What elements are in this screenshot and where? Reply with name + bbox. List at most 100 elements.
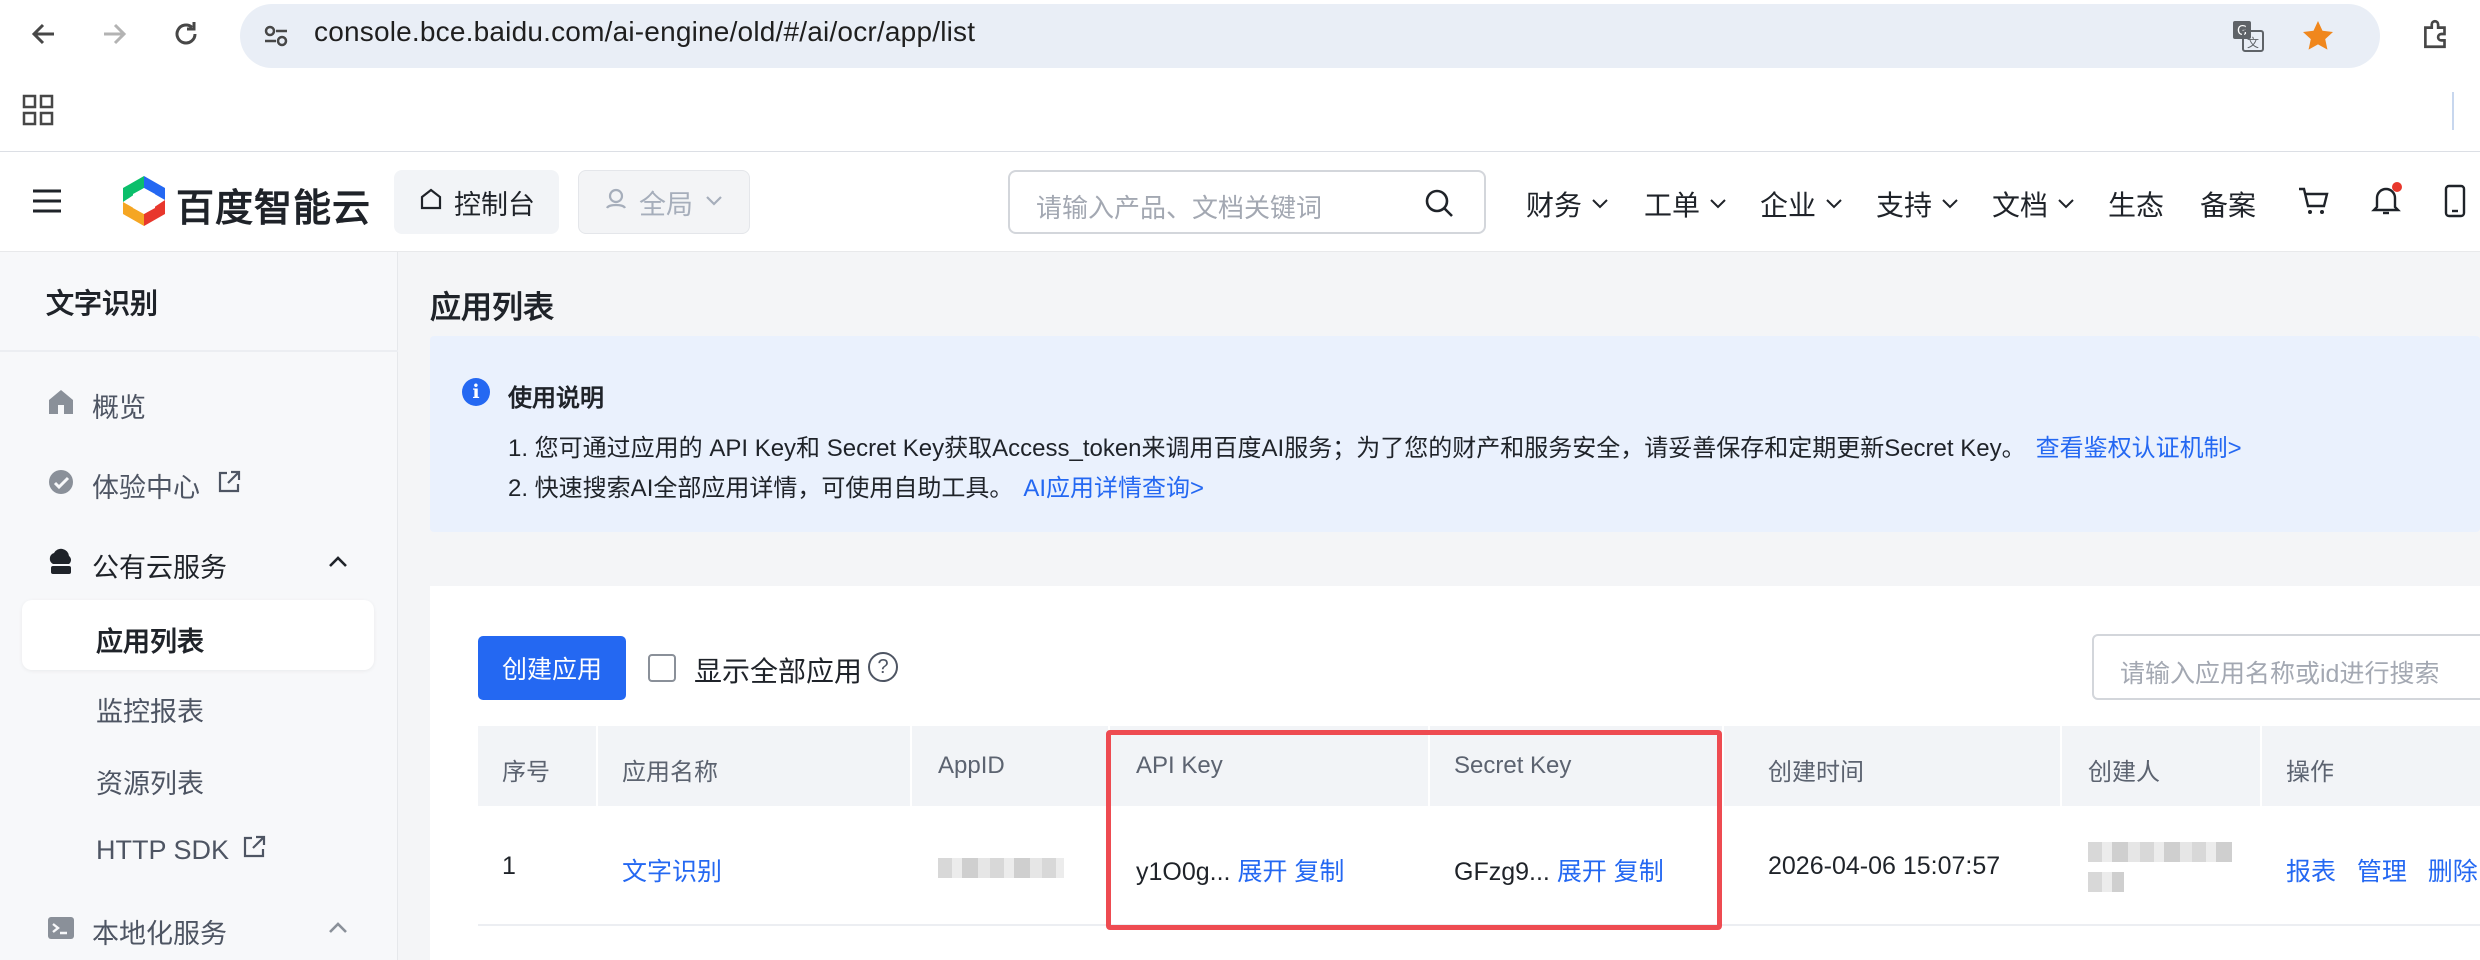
report-link[interactable]: 报表 [2286,858,2336,886]
chevron-up-icon[interactable] [326,916,350,945]
col-separator [2260,726,2262,806]
sidebar-item-resources[interactable]: 资源列表 [96,762,204,801]
nav-ticket[interactable]: 工单 [1644,184,1728,224]
global-search-input[interactable]: 请输入产品、文档关键词 [1008,170,1486,234]
app-search-placeholder: 请输入应用名称或id进行搜索 [2120,660,2440,688]
browser-chrome: G文 console.bce.baidu.com/ai-engine/old/#… [0,0,2480,152]
app-detail-query-link[interactable]: AI应用详情查询> [1023,475,1204,502]
sidebar-divider [0,350,398,352]
page-title: 应用列表 [430,290,554,325]
search-icon[interactable] [1422,186,1456,225]
nav-filing[interactable]: 备案 [2200,184,2256,224]
chevron-down-icon [1590,188,1610,220]
sidebar-item-app-list[interactable]: 应用列表 [22,600,374,670]
cloud-service-icon [46,547,76,584]
help-icon[interactable]: ? [868,652,898,682]
reload-icon[interactable] [164,12,208,56]
sidebar-item-http-sdk[interactable]: HTTP SDK [96,834,267,867]
region-label: 全局 [639,189,693,220]
col-actions: 操作 [2286,759,2334,786]
sidebar-item-label: HTTP SDK [96,835,230,865]
appid-masked [938,858,1064,878]
nav-finance-label: 财务 [1526,190,1583,221]
svg-text:文: 文 [2247,35,2259,50]
sidebar-group-public-cloud[interactable]: 公有云服务 [46,546,227,585]
row-index: 1 [502,852,516,880]
notice-line-1: 1. 您可通过应用的 API Key和 Secret Key获取Access_t… [508,428,2242,463]
forward-icon[interactable] [92,12,136,56]
app-name-text[interactable]: 文字识别 [622,858,722,886]
baidu-cloud-logo-icon[interactable] [120,174,168,233]
usage-notice: i 使用说明 1. 您可通过应用的 API Key和 Secret Key获取A… [430,336,2480,532]
apps-grid-icon[interactable] [20,92,56,133]
menu-icon[interactable] [30,184,64,223]
key-highlight-box [1106,730,1722,930]
notice-line-2-text: 2. 快速搜索AI全部应用详情，可使用自助工具。 [508,475,1014,502]
extensions-icon[interactable] [2414,12,2458,56]
auth-doc-link[interactable]: 查看鉴权认证机制> [2036,435,2242,462]
col-created-time: 创建时间 [1768,759,1864,786]
global-search-placeholder: 请输入产品、文档关键词 [1036,193,1323,223]
sidebar-item-label: 应用列表 [96,627,204,657]
location-icon [603,186,629,219]
bell-icon[interactable] [2368,182,2404,223]
sidebar-item-label: 体验中心 [92,473,200,503]
app-search-input[interactable]: 请输入应用名称或id进行搜索 [2092,634,2480,700]
chevron-down-icon [1824,188,1844,220]
sidebar-group-label: 本地化服务 [92,919,227,949]
info-icon: i [462,378,490,406]
mobile-icon[interactable] [2440,184,2470,223]
home-icon [46,387,76,424]
col-appid: AppID [938,752,1005,779]
col-separator [1722,726,1724,806]
show-all-checkbox[interactable] [648,654,676,682]
col-creator: 创建人 [2088,759,2160,786]
col-separator [910,726,912,806]
notice-line-2: 2. 快速搜索AI全部应用详情，可使用自助工具。 AI应用详情查询> [508,468,1204,503]
logo-text[interactable]: 百度智能云 [176,177,371,232]
show-all-label[interactable]: 显示全部应用 [694,650,862,690]
chevron-down-icon [703,187,725,218]
chevron-down-icon [1940,188,1960,220]
col-separator [2060,726,2062,806]
sidebar-item-experience[interactable]: 体验中心 [46,466,242,505]
back-icon[interactable] [22,12,66,56]
sidebar-item-overview[interactable]: 概览 [46,386,146,425]
create-app-button[interactable]: 创建应用 [478,636,626,700]
console-label: 控制台 [454,189,535,220]
sidebar-item-monitor[interactable]: 监控报表 [96,690,204,729]
nav-enterprise-label: 企业 [1760,190,1817,221]
external-link-icon [216,469,242,502]
manage-link[interactable]: 管理 [2357,858,2407,886]
site-info-icon[interactable] [260,20,292,57]
cart-icon[interactable] [2296,184,2330,223]
nav-ecosystem[interactable]: 生态 [2108,184,2164,224]
bookmark-star-icon[interactable] [2300,18,2336,59]
sidebar-group-label: 公有云服务 [92,553,227,583]
nav-docs[interactable]: 文档 [1992,184,2076,224]
nav-support-label: 支持 [1876,190,1933,221]
sidebar: 文字识别 概览 体验中心 公有云服务 应用列表 监控报表 资源列表 HTTP S… [0,252,398,960]
nav-filing-label: 备案 [2200,190,2257,221]
translate-icon[interactable]: G文 [2230,18,2266,59]
chevron-up-icon[interactable] [326,550,350,579]
nav-finance[interactable]: 财务 [1526,184,1610,224]
nav-support[interactable]: 支持 [1876,184,1960,224]
console-button[interactable]: 控制台 [394,170,559,234]
notice-line-1-text: 1. 您可通过应用的 API Key和 Secret Key获取Access_t… [508,435,2026,462]
url-text[interactable]: console.bce.baidu.com/ai-engine/old/#/ai… [314,16,975,48]
bookmark-bar-separator [2452,92,2454,130]
nav-enterprise[interactable]: 企业 [1760,184,1844,224]
chevron-down-icon [1708,188,1728,220]
region-select[interactable]: 全局 [578,170,750,234]
sidebar-item-label: 监控报表 [96,697,204,727]
creator-masked [2088,842,2232,862]
col-separator [596,726,598,806]
app-name-link[interactable]: 文字识别 [622,852,722,888]
nav-ticket-label: 工单 [1644,190,1701,221]
sidebar-group-local-service[interactable]: 本地化服务 [46,912,227,951]
row-actions: 报表 管理 删除 [2286,852,2478,888]
delete-link[interactable]: 删除 [2428,858,2478,886]
nav-docs-label: 文档 [1992,190,2049,221]
external-link-icon [241,834,267,867]
